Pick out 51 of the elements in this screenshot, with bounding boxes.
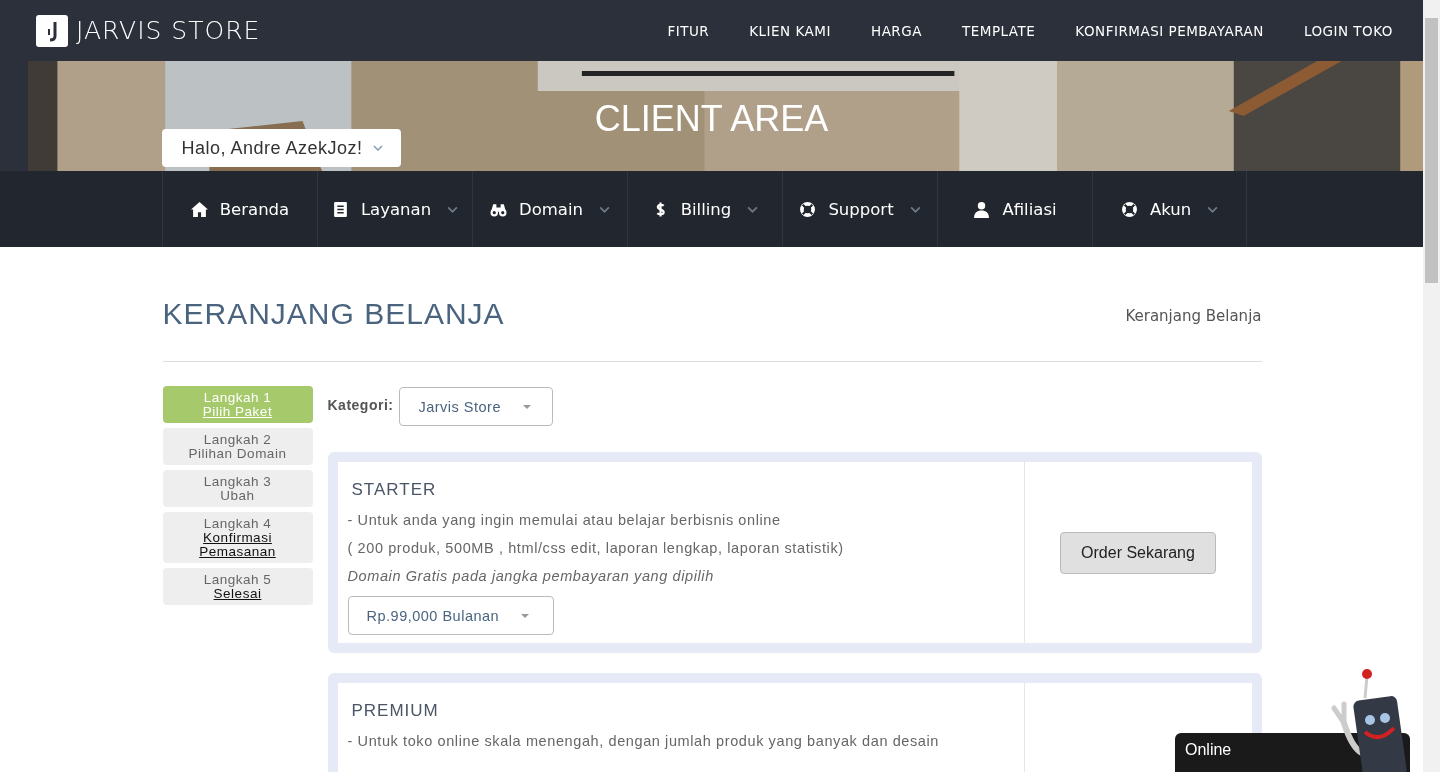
home-icon	[190, 200, 208, 218]
step-link[interactable]: Selesai	[193, 587, 282, 601]
product-description: - Untuk anda yang ingin memulai atau belajar berbisnis online	[347, 511, 782, 530]
breadcrumb: Keranjang Belanja	[1125, 307, 1262, 325]
step-label: Langkah 2	[203, 433, 272, 447]
nav-link[interactable]: LOGIN TOKO	[1303, 22, 1393, 39]
step-item[interactable]: Langkah 2 Pilihan Domain	[162, 428, 313, 465]
product-description: ( 200 produk, 500MB , html/css edit, laporan lengkap, laporan statistik)	[347, 539, 845, 558]
step-label: Langkah 5	[203, 573, 272, 587]
brand-name[interactable]: JARVIS STORE	[76, 16, 261, 45]
scrollbar[interactable]	[1423, 0, 1440, 772]
menu-item[interactable]: Layanan	[317, 171, 472, 247]
nav-link[interactable]: FITUR	[667, 22, 710, 39]
hero-title: CLIENT AREA	[593, 99, 830, 139]
product-name: PREMIUM	[350, 701, 440, 721]
lifebuoy-icon	[799, 200, 817, 218]
step-link[interactable]: Konfirmasi Pemasanan	[162, 531, 313, 559]
nav-link[interactable]: KONFIRMASI PEMBAYARAN	[1075, 22, 1264, 39]
caret-icon	[523, 404, 531, 409]
user-menu-button[interactable]: Halo, Andre AzekJoz!	[161, 129, 401, 167]
step-name: Pilihan Domain	[187, 447, 288, 461]
order-button[interactable]: Order Sekarang	[1060, 531, 1216, 574]
menu-item[interactable]: Billing	[627, 171, 782, 247]
price-dropdown[interactable]: Rp.99,000 Bulanan	[347, 596, 555, 635]
page-title: KERANJANG BELANJA	[162, 297, 505, 331]
step-item[interactable]: Langkah 5 Selesai	[162, 568, 313, 605]
menu-item[interactable]: Afiliasi	[937, 171, 1092, 247]
logo-icon[interactable]	[36, 14, 68, 47]
chevron-icon	[372, 145, 383, 151]
document-icon	[331, 200, 349, 218]
step-name: Ubah	[220, 489, 255, 503]
product-note: Domain Gratis pada jangka pembayaran yang dipilih	[347, 567, 715, 586]
user-icon	[973, 200, 991, 218]
nav-link[interactable]: TEMPLATE	[961, 22, 1036, 39]
caret-icon	[521, 613, 530, 618]
nav-link[interactable]: HARGA	[871, 22, 922, 39]
menu-item[interactable]: Beranda	[162, 171, 317, 247]
step-item[interactable]: Langkah 3 Ubah	[162, 470, 313, 507]
menu-item[interactable]: Akun	[1092, 171, 1247, 247]
category-dropdown[interactable]: Jarvis Store	[399, 387, 554, 426]
step-label: Langkah 3	[203, 475, 272, 489]
category-label: Kategori:	[327, 396, 394, 413]
product-description: - Untuk toko online skala menengah, dengan jumlah produk yang banyak dan desain	[347, 732, 941, 751]
product-name: STARTER	[350, 480, 438, 500]
lifebuoy-icon	[1120, 200, 1138, 218]
menu-item[interactable]: Domain	[472, 171, 627, 247]
step-item[interactable]: Langkah 4 Konfirmasi Pemasanan	[162, 512, 313, 563]
step-label: Langkah 4	[203, 517, 272, 531]
step-label: Langkah 1	[203, 391, 272, 405]
nav-link[interactable]: KLIEN KAMI	[749, 22, 831, 39]
menu-item[interactable]: Support	[782, 171, 937, 247]
